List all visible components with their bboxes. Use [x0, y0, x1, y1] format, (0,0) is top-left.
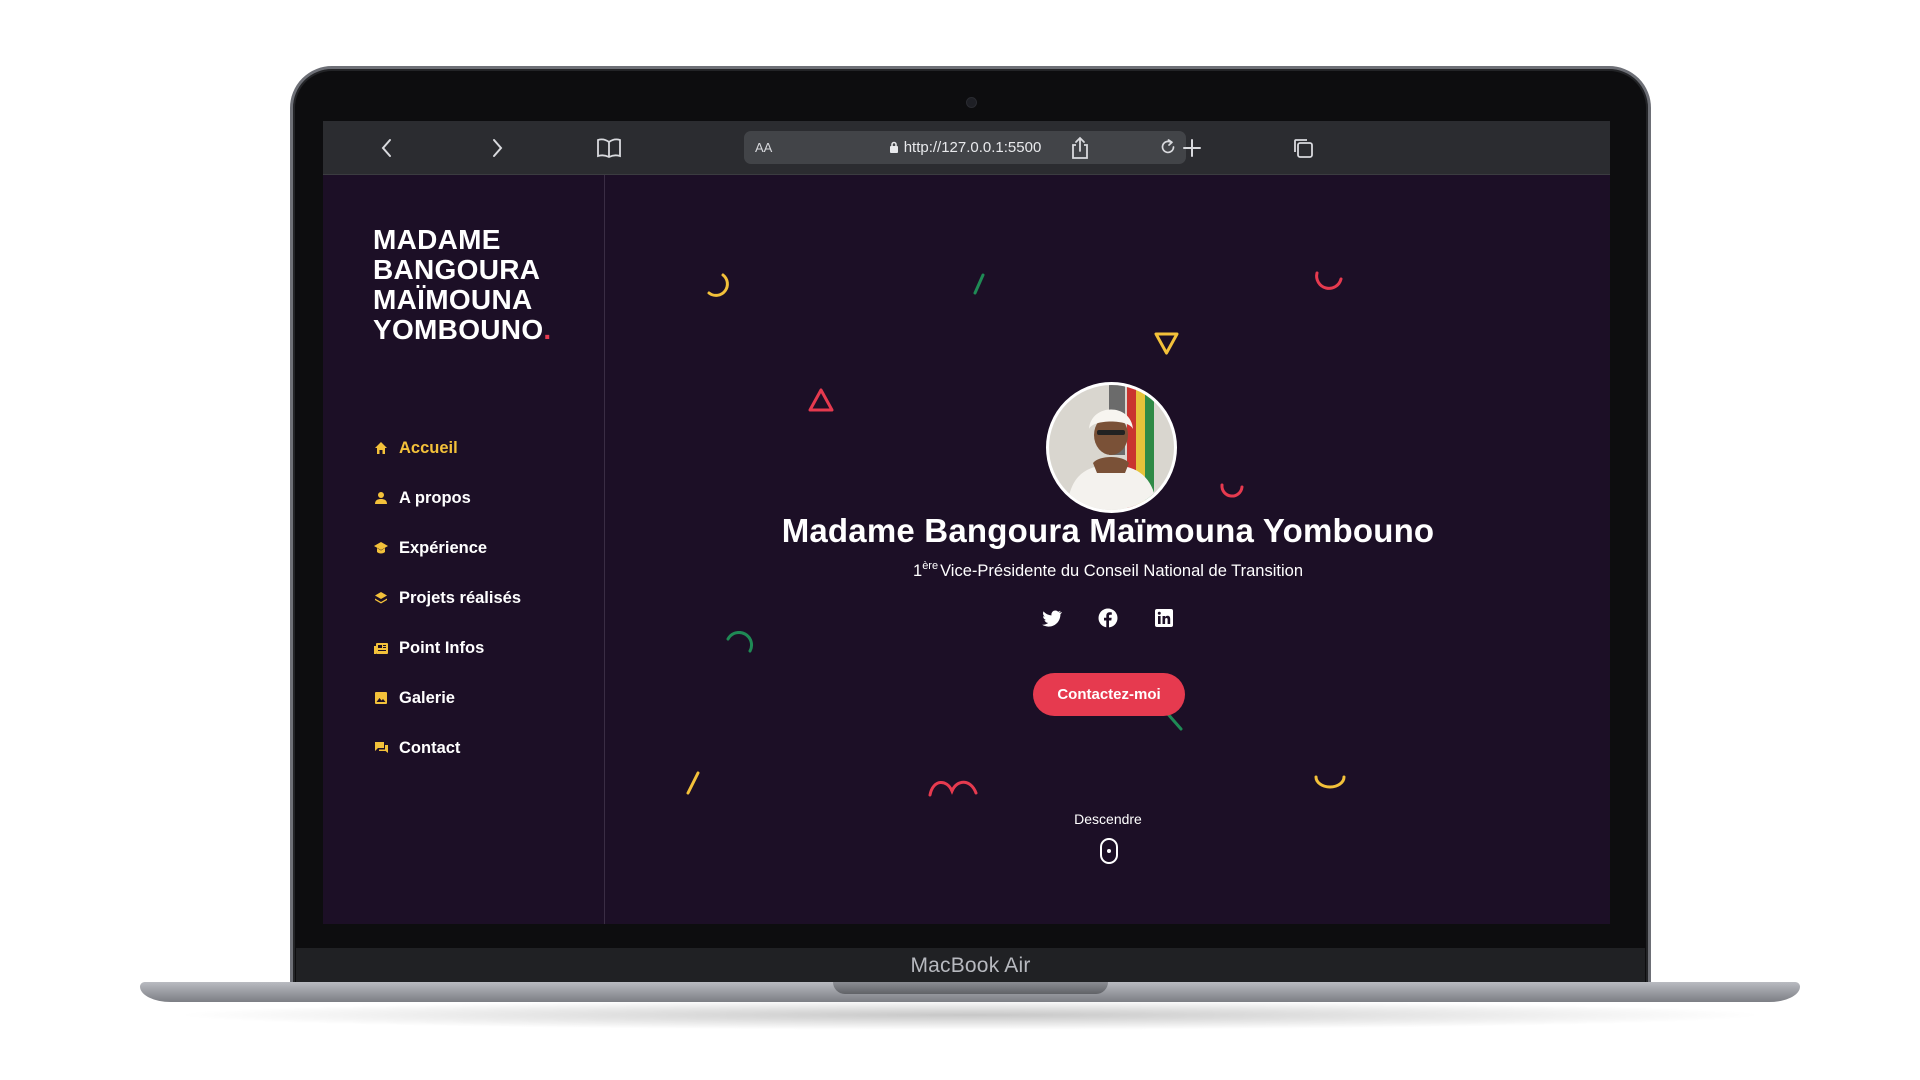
decor-squiggle-red	[928, 780, 978, 797]
book-icon[interactable]	[595, 134, 623, 162]
image-icon	[373, 690, 389, 706]
hero-role: 1ère Vice-Présidente du Conseil National …	[606, 560, 1610, 581]
nav-item-point-infos[interactable]: Point Infos	[373, 623, 521, 673]
decor-arc-red-1	[1315, 271, 1343, 290]
address-bar[interactable]: AA http://127.0.0.1:5500	[744, 131, 1186, 164]
portrait-illustration	[1049, 385, 1174, 510]
tabs-icon[interactable]	[1289, 134, 1317, 162]
nav-item-a-propos[interactable]: A propos	[373, 473, 521, 523]
nav-item-experience[interactable]: Expérience	[373, 523, 521, 573]
reload-icon[interactable]	[1158, 137, 1178, 161]
linkedin-icon[interactable]	[1153, 607, 1175, 629]
brand-line-1: MADAME	[373, 224, 501, 255]
graduation-cap-icon	[373, 540, 389, 556]
url-text: http://127.0.0.1:5500	[903, 139, 1042, 156]
scroll-down-label[interactable]: Descendre	[606, 811, 1610, 827]
layers-icon	[373, 590, 389, 606]
nav-label-accueil: Accueil	[399, 438, 458, 457]
lock-icon	[889, 141, 899, 158]
hero-role-number: 1	[913, 562, 923, 580]
user-icon	[373, 490, 389, 506]
contact-button[interactable]: Contactez-moi	[1033, 673, 1185, 716]
nav-label-galerie: Galerie	[399, 688, 455, 707]
social-links	[1041, 607, 1175, 629]
browser-toolbar: AA http://127.0.0.1:5500	[323, 121, 1610, 175]
laptop-hinge-notch	[833, 982, 1108, 994]
hero-section: Madame Bangoura Maïmouna Yombouno 1ère Vi…	[606, 175, 1610, 924]
device-label: MacBook Air	[910, 954, 1031, 977]
brand-line-3: MAÏMOUNA	[373, 284, 533, 315]
webcam	[966, 97, 977, 108]
chevron-left-icon[interactable]	[373, 134, 401, 162]
nav-label-projets: Projets réalisés	[399, 588, 521, 607]
laptop-shadow	[170, 1000, 1770, 1030]
brand-dot: .	[543, 314, 552, 345]
decor-arc-yellow-2	[1314, 775, 1346, 789]
decor-arc-yellow-1	[707, 273, 729, 297]
nav-item-contact[interactable]: Contact	[373, 723, 521, 773]
share-icon[interactable]	[1066, 134, 1094, 162]
brand-line-4: YOMBOUNO	[373, 314, 544, 345]
decor-arc-red-2	[1220, 483, 1244, 498]
sidebar: MADAME BANGOURA MAÏMOUNA YOMBOUNO. Accue…	[323, 175, 605, 924]
decor-triangle-yellow	[1154, 332, 1179, 355]
nav-label-contact: Contact	[399, 738, 461, 757]
chat-icon	[373, 740, 389, 756]
nav-label-a-propos: A propos	[399, 488, 471, 507]
hero-role-text: Vice-Présidente du Conseil National de T…	[940, 562, 1303, 580]
decor-line-green-1	[973, 273, 985, 295]
facebook-icon[interactable]	[1097, 607, 1119, 629]
plus-icon[interactable]	[1178, 134, 1206, 162]
hero-role-superscript: ère	[922, 560, 939, 572]
nav-label-point-infos: Point Infos	[399, 638, 485, 657]
url-display: http://127.0.0.1:5500	[744, 139, 1186, 158]
site-brand[interactable]: MADAME BANGOURA MAÏMOUNA YOMBOUNO.	[373, 225, 593, 345]
chevron-right-icon[interactable]	[483, 134, 511, 162]
decor-arc-green	[726, 631, 754, 653]
scroll-mouse-icon[interactable]	[1100, 838, 1118, 864]
profile-photo	[1046, 382, 1177, 513]
hero-name: Madame Bangoura Maïmouna Yombouno	[781, 512, 1435, 549]
screen: AA http://127.0.0.1:5500 MADAME BANGOURA…	[323, 121, 1610, 924]
nav-item-accueil[interactable]: Accueil	[373, 423, 521, 473]
main-nav: Accueil A propos Expérience Projets réal…	[373, 423, 521, 773]
brand-line-2: BANGOURA	[373, 254, 541, 285]
home-icon	[373, 440, 389, 456]
nav-label-experience: Expérience	[399, 538, 488, 557]
nav-item-projets[interactable]: Projets réalisés	[373, 573, 521, 623]
decor-line-yellow	[686, 771, 700, 795]
twitter-icon[interactable]	[1041, 607, 1063, 629]
nav-item-galerie[interactable]: Galerie	[373, 673, 521, 723]
decor-triangle-red	[808, 388, 834, 412]
newspaper-icon	[373, 640, 389, 656]
brand-line-4-wrapper: YOMBOUNO.	[373, 315, 593, 345]
